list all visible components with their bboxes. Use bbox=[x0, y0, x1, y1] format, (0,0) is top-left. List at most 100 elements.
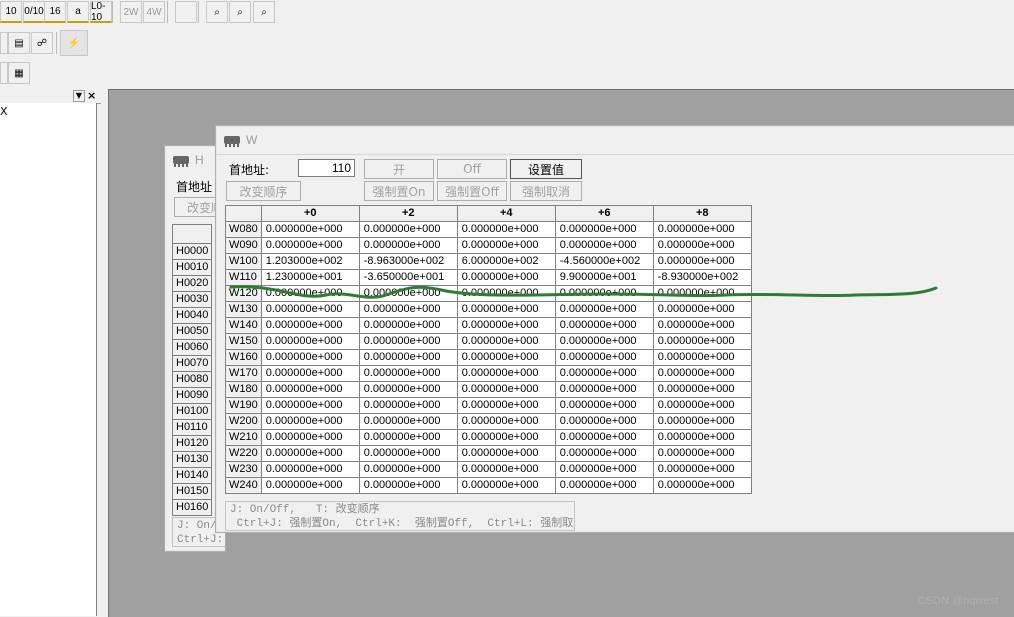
value-cell[interactable]: 0.000000e+000 bbox=[358, 381, 458, 398]
value-cell[interactable]: 0.000000e+000 bbox=[260, 477, 360, 494]
value-cell[interactable]: 0.000000e+000 bbox=[456, 397, 556, 414]
value-cell[interactable]: 0.000000e+000 bbox=[652, 221, 752, 238]
value-cell[interactable]: 0.000000e+000 bbox=[652, 429, 752, 446]
value-cell[interactable]: 0.000000e+000 bbox=[358, 397, 458, 414]
value-cell[interactable]: 0.000000e+000 bbox=[652, 381, 752, 398]
value-cell[interactable]: 0.000000e+000 bbox=[554, 445, 654, 462]
value-cell[interactable]: 0.000000e+000 bbox=[358, 477, 458, 494]
decimal-10-icon[interactable]: 10 bbox=[0, 1, 22, 23]
value-cell[interactable]: 0.000000e+000 bbox=[260, 301, 360, 318]
value-cell[interactable]: 9.900000e+001 bbox=[554, 269, 654, 286]
value-cell[interactable]: 0.000000e+000 bbox=[652, 285, 752, 302]
value-cell[interactable]: 0.000000e+000 bbox=[260, 413, 360, 430]
set-value-button[interactable]: 设置值 bbox=[510, 159, 582, 179]
value-cell[interactable]: 0.000000e+000 bbox=[358, 333, 458, 350]
value-cell[interactable]: 0.000000e+000 bbox=[554, 349, 654, 366]
zoom-medium-icon[interactable]: ⌕ bbox=[229, 1, 251, 23]
force-off-button[interactable]: 强制置Off bbox=[437, 181, 507, 201]
hex-16-icon[interactable]: 16 bbox=[44, 1, 66, 23]
change-order-button[interactable]: 改变顺序 bbox=[226, 181, 301, 201]
value-cell[interactable]: 0.000000e+000 bbox=[456, 333, 556, 350]
value-cell[interactable]: 0.000000e+000 bbox=[260, 221, 360, 238]
value-cell[interactable]: 0.000000e+000 bbox=[554, 317, 654, 334]
value-cell[interactable]: 0.000000e+000 bbox=[456, 445, 556, 462]
close-icon[interactable]: × bbox=[87, 89, 96, 102]
value-cell[interactable]: 0.000000e+000 bbox=[652, 333, 752, 350]
value-cell[interactable]: -4.560000e+002 bbox=[554, 253, 654, 270]
value-cell[interactable]: 0.000000e+000 bbox=[456, 221, 556, 238]
value-cell[interactable]: 0.000000e+000 bbox=[260, 237, 360, 254]
monitor-glasses-icon[interactable]: ⚡ bbox=[60, 30, 88, 56]
value-cell[interactable]: 0.000000e+000 bbox=[456, 301, 556, 318]
value-cell[interactable]: 0.000000e+000 bbox=[554, 301, 654, 318]
value-cell[interactable]: 0.000000e+000 bbox=[358, 317, 458, 334]
value-cell[interactable]: 0.000000e+000 bbox=[260, 445, 360, 462]
value-cell[interactable]: 0.000000e+000 bbox=[456, 461, 556, 478]
value-cell[interactable]: 0.000000e+000 bbox=[260, 349, 360, 366]
value-cell[interactable]: 6.000000e+002 bbox=[456, 253, 556, 270]
value-cell[interactable]: 0.000000e+000 bbox=[554, 237, 654, 254]
on-button[interactable]: 开 bbox=[364, 159, 434, 179]
value-cell[interactable]: 1.203000e+002 bbox=[260, 253, 360, 270]
search-document-icon[interactable]: ☍ bbox=[31, 32, 53, 54]
value-cell[interactable]: 0.000000e+000 bbox=[358, 461, 458, 478]
force-cancel-button[interactable]: 强制取消 bbox=[510, 181, 582, 201]
value-cell[interactable]: 0.000000e+000 bbox=[652, 365, 752, 382]
left-pane-item[interactable]: X bbox=[0, 105, 8, 118]
off-button[interactable]: Off bbox=[437, 159, 507, 179]
value-cell[interactable]: 0.000000e+000 bbox=[554, 221, 654, 238]
value-cell[interactable]: 0.000000e+000 bbox=[456, 349, 556, 366]
document-icon[interactable]: ▤ bbox=[8, 32, 30, 54]
value-cell[interactable]: 0.000000e+000 bbox=[358, 429, 458, 446]
value-cell[interactable]: 0.000000e+000 bbox=[652, 397, 752, 414]
value-cell[interactable]: 0.000000e+000 bbox=[260, 333, 360, 350]
value-cell[interactable]: 0.000000e+000 bbox=[358, 237, 458, 254]
value-cell[interactable]: 0.000000e+000 bbox=[456, 381, 556, 398]
value-cell[interactable]: 0.000000e+000 bbox=[358, 445, 458, 462]
value-cell[interactable]: 0.000000e+000 bbox=[260, 317, 360, 334]
value-cell[interactable]: 0.000000e+000 bbox=[652, 317, 752, 334]
value-cell[interactable]: -8.963000e+002 bbox=[358, 253, 458, 270]
value-cell[interactable]: 0.000000e+000 bbox=[554, 381, 654, 398]
value-cell[interactable]: 0.000000e+000 bbox=[554, 477, 654, 494]
value-cell[interactable]: 0.000000e+000 bbox=[652, 413, 752, 430]
value-cell[interactable]: 1.230000e+001 bbox=[260, 269, 360, 286]
value-cell[interactable]: 0.000000e+000 bbox=[554, 285, 654, 302]
value-cell[interactable]: 0.000000e+000 bbox=[554, 397, 654, 414]
value-cell[interactable]: 0.000000e+000 bbox=[456, 237, 556, 254]
value-cell[interactable]: 0.000000e+000 bbox=[554, 413, 654, 430]
dropdown-arrow-icon[interactable]: ▼ bbox=[73, 90, 85, 102]
value-cell[interactable]: 0.000000e+000 bbox=[260, 285, 360, 302]
value-cell[interactable]: 0.000000e+000 bbox=[652, 477, 752, 494]
value-cell[interactable]: 0.000000e+000 bbox=[260, 397, 360, 414]
value-cell[interactable]: 0.000000e+000 bbox=[358, 365, 458, 382]
value-cell[interactable]: 0.000000e+000 bbox=[260, 381, 360, 398]
value-cell[interactable]: 0.000000e+000 bbox=[358, 221, 458, 238]
value-cell[interactable]: 0.000000e+000 bbox=[456, 269, 556, 286]
ascii-a-icon[interactable]: a bbox=[67, 1, 89, 23]
value-cell[interactable]: 0.000000e+000 bbox=[260, 461, 360, 478]
value-cell[interactable]: 0.000000e+000 bbox=[456, 317, 556, 334]
value-cell[interactable]: 0.000000e+000 bbox=[358, 349, 458, 366]
word-2w-icon[interactable]: 2W bbox=[120, 1, 142, 23]
word-4w-icon[interactable]: 4W bbox=[143, 1, 165, 23]
value-cell[interactable]: -3.650000e+001 bbox=[358, 269, 458, 286]
toolbar-icon-a[interactable] bbox=[0, 32, 8, 54]
value-cell[interactable]: 0.000000e+000 bbox=[652, 237, 752, 254]
lo-10-icon[interactable]: L0-10 bbox=[90, 1, 112, 23]
value-cell[interactable]: 0.000000e+000 bbox=[652, 301, 752, 318]
window-w-titlebar[interactable]: W bbox=[216, 126, 1014, 155]
value-cell[interactable]: 0.000000e+000 bbox=[652, 349, 752, 366]
value-cell[interactable]: 0.000000e+000 bbox=[554, 333, 654, 350]
value-cell[interactable]: 0.000000e+000 bbox=[652, 253, 752, 270]
value-cell[interactable]: 0.000000e+000 bbox=[652, 445, 752, 462]
value-cell[interactable]: 0.000000e+000 bbox=[554, 365, 654, 382]
value-cell[interactable]: 0.000000e+000 bbox=[652, 461, 752, 478]
value-cell[interactable]: -8.930000e+002 bbox=[652, 269, 752, 286]
zoom-large-icon[interactable]: ⌕ bbox=[253, 1, 275, 23]
value-cell[interactable]: 0.000000e+000 bbox=[260, 429, 360, 446]
force-on-button[interactable]: 强制置On bbox=[364, 181, 434, 201]
printer-icon[interactable] bbox=[175, 1, 197, 23]
value-cell[interactable]: 0.000000e+000 bbox=[554, 461, 654, 478]
toolbar-icon-b[interactable] bbox=[0, 62, 8, 84]
